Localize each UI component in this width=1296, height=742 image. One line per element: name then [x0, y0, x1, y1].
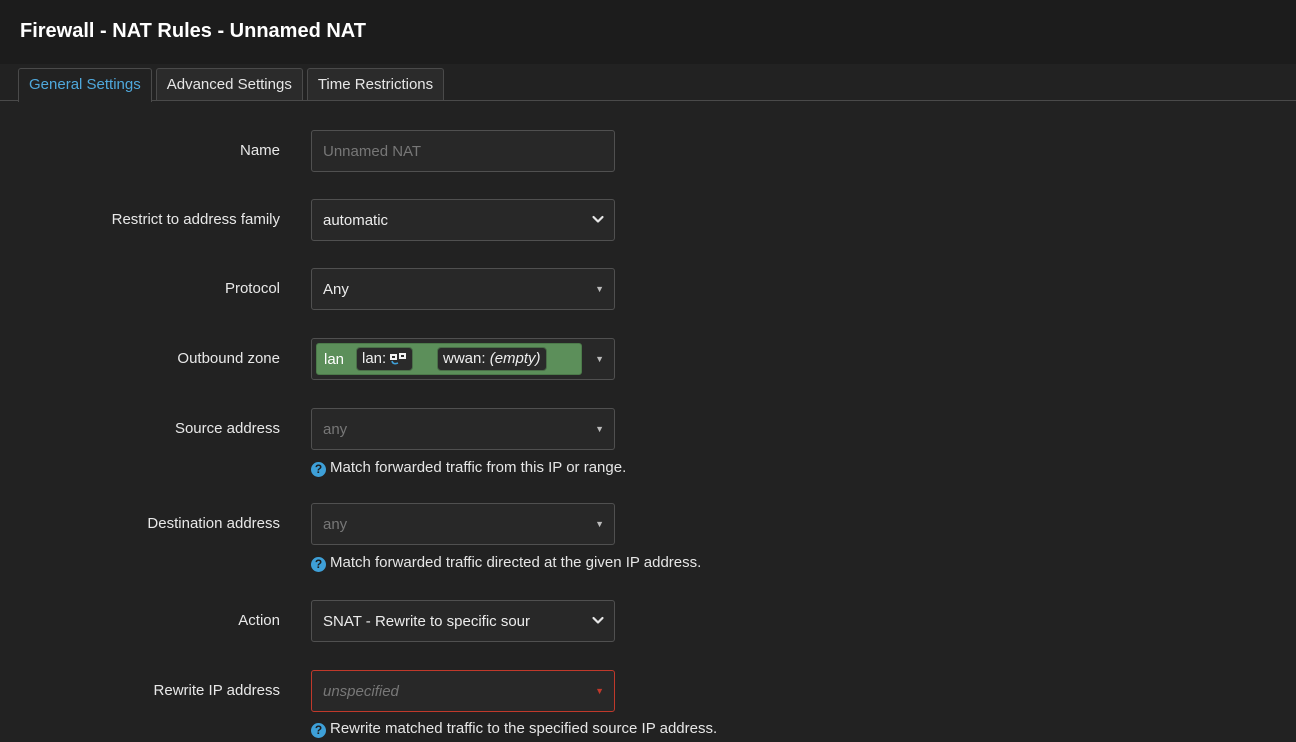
chevron-down-icon [592, 616, 604, 624]
action-label: Action [238, 612, 280, 629]
zone-network-wwan-label: wwan: [443, 350, 486, 367]
network-ports-icon [390, 353, 407, 365]
name-label: Name [239, 142, 280, 159]
action-select[interactable]: SNAT - Rewrite to specific sour [311, 600, 615, 642]
question-circle-icon: ? [311, 557, 326, 572]
tab-time-restrictions[interactable]: Time Restrictions [306, 68, 445, 101]
protocol-label: Protocol [224, 280, 280, 297]
caret-down-icon: ▼ [595, 354, 604, 364]
zone-network-lan-label: lan: [362, 350, 387, 367]
destination-address-dropdown[interactable]: any ▼ [311, 503, 615, 545]
family-value: automatic [323, 212, 389, 229]
caret-down-icon: ▼ [595, 424, 604, 434]
destination-address-help-text: Match forwarded traffic directed at the … [330, 554, 702, 571]
outbound-zone-label: Outbound zone [177, 350, 280, 367]
rewrite-ip-placeholder: unspecified [323, 683, 399, 700]
zone-network-wwan: wwan: (empty) [437, 347, 547, 371]
outbound-zone-dropdown[interactable]: lan lan: wwan: (empty) ▼ [311, 338, 615, 380]
source-address-help: ? Match forwarded traffic from this IP or… [311, 459, 626, 477]
zone-network-lan: lan: [356, 347, 414, 371]
source-address-help-text: Match forwarded traffic from this IP or … [330, 459, 627, 476]
zone-network-wwan-value: (empty) [489, 350, 541, 367]
tab-divider [0, 100, 1296, 101]
name-input[interactable]: Unnamed NAT [311, 130, 615, 172]
destination-address-label: Destination address [147, 515, 280, 532]
family-select[interactable]: automatic [311, 199, 615, 241]
source-address-label: Source address [174, 420, 280, 437]
caret-down-icon: ▼ [595, 686, 604, 696]
rewrite-ip-label: Rewrite IP address [153, 682, 280, 699]
destination-address-help: ? Match forwarded traffic directed at the… [311, 554, 701, 572]
source-address-placeholder: any [323, 421, 348, 438]
page-title: Firewall - NAT Rules - Unnamed NAT [20, 20, 366, 42]
zone-name: lan [324, 351, 345, 368]
action-value: SNAT - Rewrite to specific sour [323, 613, 531, 630]
rewrite-ip-help-text: Rewrite matched traffic to the specified… [330, 720, 718, 737]
protocol-value: Any [323, 281, 349, 298]
caret-down-icon: ▼ [595, 519, 604, 529]
zone-badge: lan lan: wwan: (empty) [316, 343, 582, 375]
rewrite-ip-help: ? Rewrite matched traffic to the specifie… [311, 720, 717, 738]
question-circle-icon: ? [311, 462, 326, 477]
tab-advanced-settings[interactable]: Advanced Settings [155, 68, 303, 101]
rewrite-ip-dropdown[interactable]: unspecified ▼ [311, 670, 615, 712]
tab-general-settings[interactable]: General Settings [18, 68, 152, 102]
caret-down-icon: ▼ [595, 284, 604, 294]
destination-address-placeholder: any [323, 516, 348, 533]
question-circle-icon: ? [311, 723, 326, 738]
tab-bar: General Settings Advanced Settings Time … [18, 68, 448, 102]
protocol-dropdown[interactable]: Any ▼ [311, 268, 615, 310]
chevron-down-icon [592, 215, 604, 223]
source-address-dropdown[interactable]: any ▼ [311, 408, 615, 450]
name-placeholder: Unnamed NAT [323, 143, 422, 160]
title-bar: Firewall - NAT Rules - Unnamed NAT [0, 0, 1296, 64]
family-label: Restrict to address family [111, 211, 280, 228]
